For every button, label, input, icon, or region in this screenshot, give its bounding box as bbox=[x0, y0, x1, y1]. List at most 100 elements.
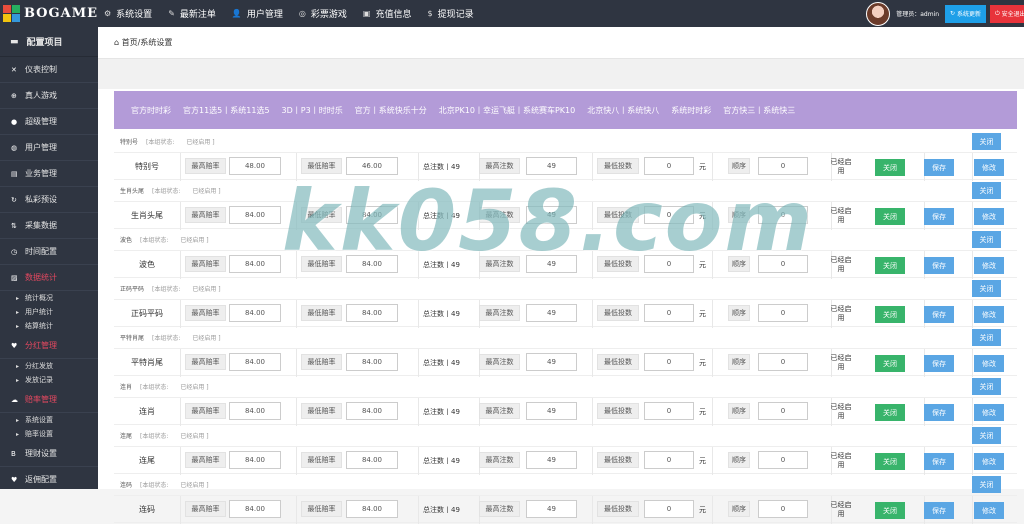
tab-2[interactable]: 3D丨P3丨时时乐 bbox=[282, 105, 343, 116]
modify-button[interactable]: 修改 bbox=[974, 257, 1004, 274]
sidebar-item-finance[interactable]: B 理财设置 bbox=[0, 441, 98, 467]
min-amount-input[interactable]: 0 bbox=[644, 451, 694, 469]
modify-button[interactable]: 修改 bbox=[974, 502, 1004, 519]
min-odds-input[interactable]: 46.00 bbox=[346, 157, 398, 175]
sidebar-sub-stats-2[interactable]: 结算统计 bbox=[0, 319, 98, 333]
tab-4[interactable]: 北京PK10丨幸运飞艇丨系统赛车PK10 bbox=[439, 105, 576, 116]
max-bet-input[interactable]: 49 bbox=[526, 402, 577, 420]
close-button[interactable]: 关闭 bbox=[875, 208, 905, 225]
save-button[interactable]: 保存 bbox=[924, 306, 954, 323]
order-input[interactable]: 0 bbox=[758, 353, 808, 371]
sidebar-sub-stats-1[interactable]: 用户统计 bbox=[0, 305, 98, 319]
close-button[interactable]: 关闭 bbox=[875, 257, 905, 274]
max-odds-input[interactable]: 84.00 bbox=[229, 402, 281, 420]
topnav-item-4[interactable]: ▣ 充值信息 bbox=[363, 7, 412, 20]
group-close-button[interactable]: 关闭 bbox=[972, 378, 1001, 395]
close-button[interactable]: 关闭 bbox=[875, 404, 905, 421]
group-close-button[interactable]: 关闭 bbox=[972, 280, 1001, 297]
avatar[interactable] bbox=[866, 1, 891, 26]
tab-1[interactable]: 官方11选5丨系统11选5 bbox=[183, 105, 270, 116]
logout-button[interactable]: ⏻ 安全退出 bbox=[990, 4, 1024, 23]
topnav-item-1[interactable]: ✎ 最新注单 bbox=[168, 7, 216, 20]
max-bet-input[interactable]: 49 bbox=[526, 304, 577, 322]
min-odds-input[interactable]: 84.00 bbox=[346, 402, 398, 420]
min-amount-input[interactable]: 0 bbox=[644, 304, 694, 322]
sidebar-sub-odds-0[interactable]: 系统设置 bbox=[0, 413, 98, 427]
max-bet-input[interactable]: 49 bbox=[526, 451, 577, 469]
order-input[interactable]: 0 bbox=[758, 157, 808, 175]
min-amount-input[interactable]: 0 bbox=[644, 206, 694, 224]
save-button[interactable]: 保存 bbox=[924, 453, 954, 470]
modify-button[interactable]: 修改 bbox=[974, 159, 1004, 176]
save-button[interactable]: 保存 bbox=[924, 355, 954, 372]
tab-3[interactable]: 官方丨系统快乐十分 bbox=[355, 105, 427, 116]
max-odds-input[interactable]: 48.00 bbox=[229, 157, 281, 175]
sidebar-item-7[interactable]: ◷ 时间配置 bbox=[0, 239, 98, 265]
group-close-button[interactable]: 关闭 bbox=[972, 427, 1001, 444]
min-amount-input[interactable]: 0 bbox=[644, 353, 694, 371]
max-odds-input[interactable]: 84.00 bbox=[229, 500, 281, 518]
modify-button[interactable]: 修改 bbox=[974, 355, 1004, 372]
sidebar-item-0[interactable]: ✕ 仪表控制 bbox=[0, 57, 98, 83]
min-odds-input[interactable]: 84.00 bbox=[346, 255, 398, 273]
max-odds-input[interactable]: 84.00 bbox=[229, 353, 281, 371]
group-close-button[interactable]: 关闭 bbox=[972, 133, 1001, 150]
save-button[interactable]: 保存 bbox=[924, 159, 954, 176]
topnav-item-3[interactable]: ◎ 彩票游戏 bbox=[299, 7, 347, 20]
min-odds-input[interactable]: 84.00 bbox=[346, 206, 398, 224]
max-bet-input[interactable]: 49 bbox=[526, 255, 577, 273]
close-button[interactable]: 关闭 bbox=[875, 355, 905, 372]
topnav-item-5[interactable]: $ 提现记录 bbox=[427, 7, 473, 20]
group-close-button[interactable]: 关闭 bbox=[972, 329, 1001, 346]
close-button[interactable]: 关闭 bbox=[875, 453, 905, 470]
order-input[interactable]: 0 bbox=[758, 255, 808, 273]
breadcrumb-home[interactable]: 首页 bbox=[122, 37, 138, 48]
min-odds-input[interactable]: 84.00 bbox=[346, 500, 398, 518]
system-update-button[interactable]: ↻ 系统更新 bbox=[945, 4, 986, 23]
modify-button[interactable]: 修改 bbox=[974, 453, 1004, 470]
min-amount-input[interactable]: 0 bbox=[644, 500, 694, 518]
modify-button[interactable]: 修改 bbox=[974, 404, 1004, 421]
order-input[interactable]: 0 bbox=[758, 500, 808, 518]
min-odds-input[interactable]: 84.00 bbox=[346, 451, 398, 469]
max-odds-input[interactable]: 84.00 bbox=[229, 206, 281, 224]
sidebar-item-rebate[interactable]: ♥ 返佣配置 bbox=[0, 467, 98, 489]
close-button[interactable]: 关闭 bbox=[875, 159, 905, 176]
sidebar-sub-share-0[interactable]: 分红发放 bbox=[0, 359, 98, 373]
sidebar-item-1[interactable]: ⊕ 真人游戏 bbox=[0, 83, 98, 109]
order-input[interactable]: 0 bbox=[758, 451, 808, 469]
sidebar-sub-stats-0[interactable]: 统计概况 bbox=[0, 291, 98, 305]
sidebar-item-2[interactable]: ● 超级管理 bbox=[0, 109, 98, 135]
sidebar-item-share[interactable]: ♥ 分红管理 bbox=[0, 333, 98, 359]
save-button[interactable]: 保存 bbox=[924, 404, 954, 421]
tab-0[interactable]: 官方时时彩 bbox=[131, 105, 171, 116]
order-input[interactable]: 0 bbox=[758, 402, 808, 420]
sidebar-item-8[interactable]: ▨ 数据统计 bbox=[0, 265, 98, 291]
topnav-item-2[interactable]: 👤 用户管理 bbox=[232, 7, 283, 20]
min-amount-input[interactable]: 0 bbox=[644, 402, 694, 420]
max-odds-input[interactable]: 84.00 bbox=[229, 451, 281, 469]
tab-7[interactable]: 官方快三丨系统快三 bbox=[723, 105, 795, 116]
max-odds-input[interactable]: 84.00 bbox=[229, 255, 281, 273]
min-amount-input[interactable]: 0 bbox=[644, 255, 694, 273]
topnav-item-0[interactable]: ⚙ 系统设置 bbox=[104, 7, 152, 20]
sidebar-item-odds[interactable]: ☁ 赔率管理 bbox=[0, 387, 98, 413]
sidebar-sub-odds-1[interactable]: 赔率设置 bbox=[0, 427, 98, 441]
order-input[interactable]: 0 bbox=[758, 206, 808, 224]
logo[interactable]: BOGAME bbox=[0, 0, 98, 27]
sidebar-item-4[interactable]: ▤ 业务管理 bbox=[0, 161, 98, 187]
min-odds-input[interactable]: 84.00 bbox=[346, 304, 398, 322]
max-bet-input[interactable]: 49 bbox=[526, 206, 577, 224]
close-button[interactable]: 关闭 bbox=[875, 502, 905, 519]
sidebar-item-5[interactable]: ↻ 私彩预设 bbox=[0, 187, 98, 213]
save-button[interactable]: 保存 bbox=[924, 502, 954, 519]
save-button[interactable]: 保存 bbox=[924, 208, 954, 225]
order-input[interactable]: 0 bbox=[758, 304, 808, 322]
group-close-button[interactable]: 关闭 bbox=[972, 182, 1001, 199]
sidebar-sub-share-1[interactable]: 发放记录 bbox=[0, 373, 98, 387]
save-button[interactable]: 保存 bbox=[924, 257, 954, 274]
modify-button[interactable]: 修改 bbox=[974, 306, 1004, 323]
sidebar-item-3[interactable]: ◍ 用户管理 bbox=[0, 135, 98, 161]
tab-5[interactable]: 北京快八丨系统快八 bbox=[587, 105, 659, 116]
group-close-button[interactable]: 关闭 bbox=[972, 476, 1001, 493]
